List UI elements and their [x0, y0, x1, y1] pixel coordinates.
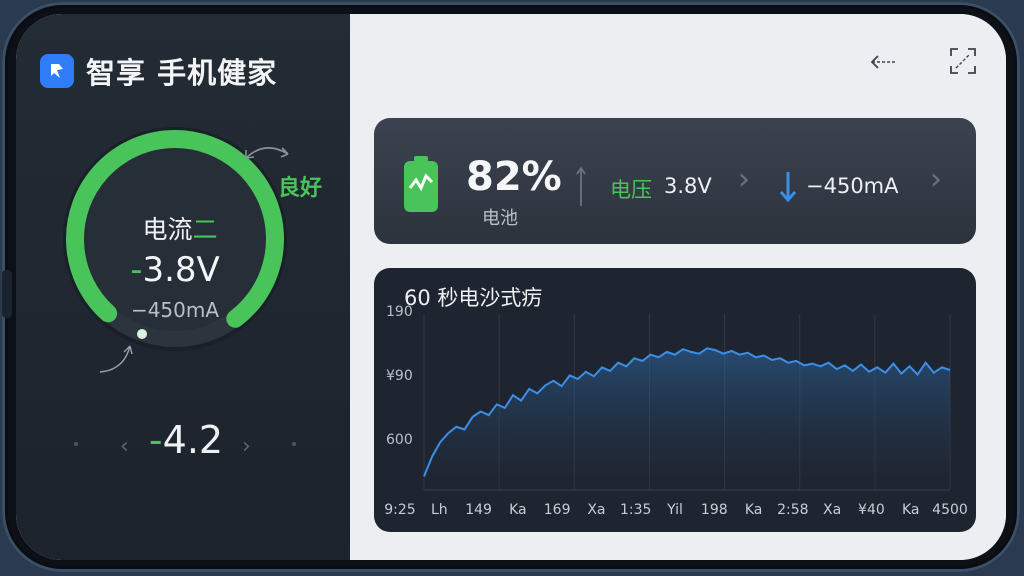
- separator-up-icon: [576, 166, 586, 206]
- gauge-current: −450mA: [130, 298, 220, 322]
- chevron-right-icon[interactable]: ›: [930, 162, 942, 197]
- gauge-start-dot[interactable]: [137, 329, 147, 339]
- right-panel: 82% 电池 电压 3.8V › −450mA › 190 ¥90 600 9:25 L…: [350, 14, 1006, 560]
- current-chart-card: 190 ¥90 600 9:25 Lh 149 Ka 169 Xa 1:35 Yil 198 Ka 2:5…: [374, 268, 976, 532]
- gauge-label: 电流二: [142, 215, 218, 244]
- chart-title: 60 秒电沙式疠: [404, 286, 543, 310]
- phone-frame: 智享 手机健家 电流二 -3.8V −450mA 良好 ‹ -4.2 › 82%…: [2, 2, 1020, 572]
- x-tick-label: Ka: [509, 502, 527, 518]
- x-tick-label: Lh: [431, 502, 448, 518]
- y-tick-label: 600: [386, 432, 413, 448]
- x-tick-label: 149: [465, 502, 492, 518]
- pager-dot: [74, 442, 78, 446]
- x-tick-label: 9:25: [384, 502, 415, 518]
- status-badge: 良好: [278, 176, 323, 201]
- gauge-voltage: -3.8V: [130, 250, 220, 290]
- left-panel: 智享 手机健家 电流二 -3.8V −450mA 良好 ‹ -4.2 ›: [16, 14, 350, 560]
- x-tick-label: 2:58: [777, 502, 808, 518]
- bottom-value: -4.2: [148, 418, 224, 462]
- screen: 智享 手机健家 电流二 -3.8V −450mA 良好 ‹ -4.2 › 82%…: [16, 14, 1006, 560]
- current-value: −450mA: [806, 174, 899, 198]
- x-tick-label: Yil: [666, 502, 683, 518]
- back-arrow-icon[interactable]: [870, 54, 898, 70]
- side-button: [2, 270, 12, 318]
- app-logo-icon[interactable]: [40, 54, 74, 88]
- voltage-label: 电压: [610, 178, 652, 202]
- battery-icon: [404, 156, 438, 212]
- x-tick-label: Xa: [823, 502, 841, 518]
- x-tick-label: Ka: [745, 502, 763, 518]
- x-tick-label: 198: [701, 502, 728, 518]
- battery-percent: 82%: [466, 154, 562, 200]
- expand-icon[interactable]: [948, 46, 978, 76]
- arrow-down-icon: [779, 172, 797, 203]
- chevron-right-icon: ›: [738, 162, 750, 197]
- x-tick-label: Xa: [587, 502, 605, 518]
- pager-dot: [292, 442, 296, 446]
- x-tick-label: 169: [544, 502, 571, 518]
- app-title: 智享 手机健家: [86, 56, 278, 90]
- chevron-right-icon[interactable]: ›: [242, 434, 251, 459]
- voltage-value: 3.8V: [664, 174, 712, 198]
- x-tick-label: Ka: [902, 502, 920, 518]
- x-tick-label: 4500: [932, 502, 968, 518]
- x-tick-label: ¥40: [858, 502, 885, 518]
- y-tick-label: ¥90: [386, 368, 413, 384]
- app-header: 智享 手机健家: [40, 50, 277, 92]
- battery-label: 电池: [482, 208, 518, 229]
- battery-stats-card: 82% 电池 电压 3.8V › −450mA ›: [374, 118, 976, 244]
- x-tick-label: 1:35: [620, 502, 651, 518]
